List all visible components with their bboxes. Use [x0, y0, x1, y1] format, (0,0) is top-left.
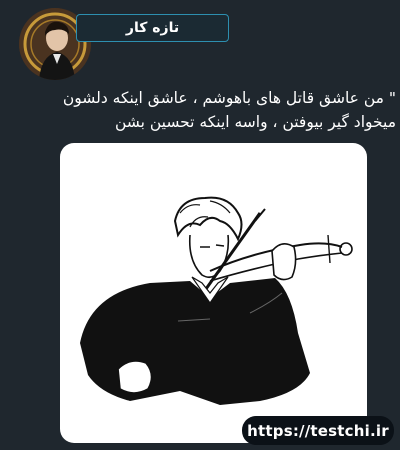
violinist-sketch-icon: [80, 196, 353, 405]
user-rank-badge: تازه کار: [76, 14, 229, 42]
site-watermark[interactable]: https://testchi.ir: [242, 416, 394, 445]
tweet-text: " من عاشق قاتل های باهوشم ، عاشق اینکه د…: [4, 86, 396, 134]
tweet-line-2: میخواد گیر بیوفتن ، واسه اینکه تحسین بشن: [114, 113, 396, 131]
tweet-image[interactable]: [60, 143, 367, 443]
tweet-line-1: " من عاشق قاتل های باهوشم ، عاشق اینکه د…: [62, 89, 396, 107]
